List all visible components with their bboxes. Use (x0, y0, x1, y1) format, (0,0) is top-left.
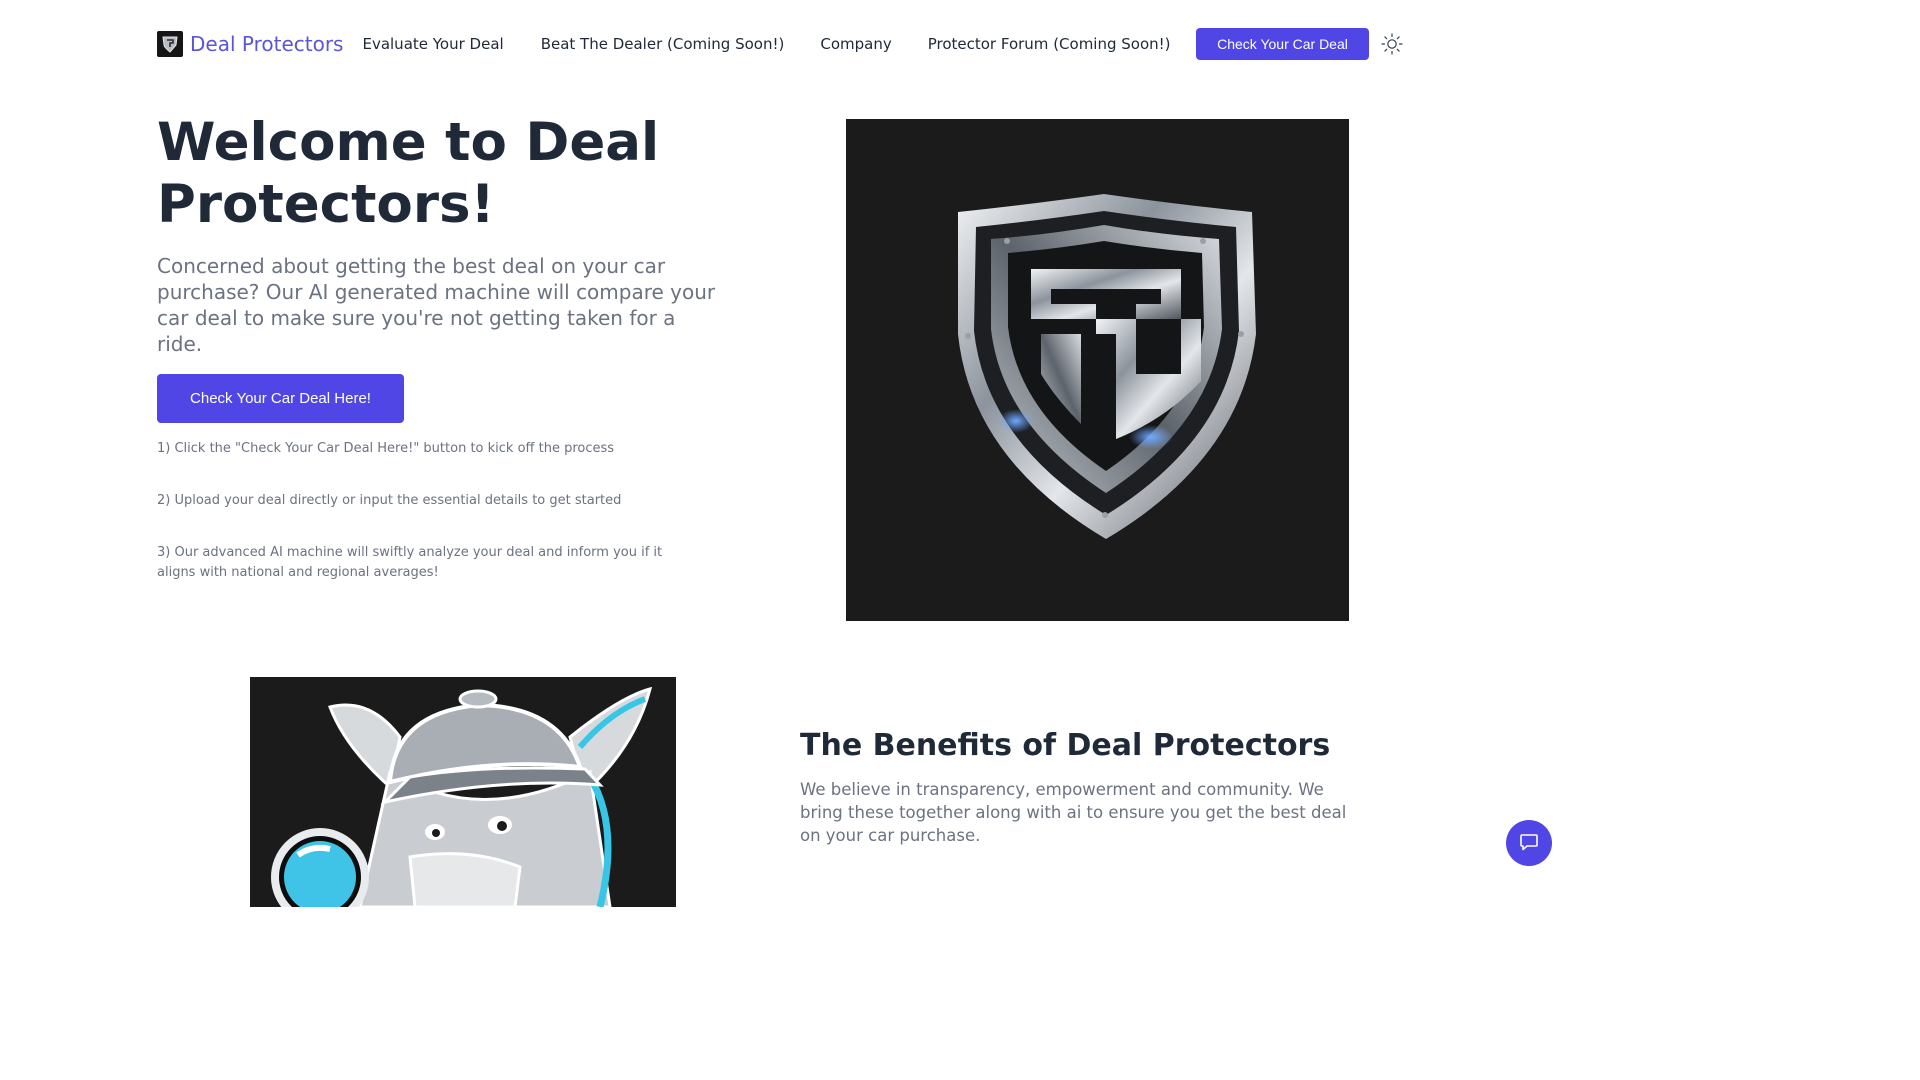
hero-subtitle: Concerned about getting the best deal on… (157, 254, 716, 356)
step-1-text: 1) Click the "Check Your Car Deal Here!"… (157, 441, 615, 456)
benefits-text: We believe in transparency, empowerment … (800, 780, 1347, 845)
chat-bubble-icon (1518, 831, 1540, 856)
shield-logo-icon (157, 31, 183, 57)
shield-logo-image (846, 119, 1349, 621)
nav-link-company[interactable]: Company (820, 35, 891, 53)
nav-link-evaluate-your-deal[interactable]: Evaluate Your Deal (362, 35, 503, 53)
step-3-text: 3) Our advanced AI machine will swiftly … (157, 545, 663, 580)
step-2-text: 2) Upload your deal directly or input th… (157, 493, 622, 508)
hero-title: Welcome to Deal Protectors! (157, 112, 660, 235)
brand-name: Deal Protectors (190, 32, 344, 56)
nav-link-protector-forum[interactable]: Protector Forum (Coming Soon!) (928, 35, 1171, 53)
chat-button[interactable] (1506, 820, 1552, 866)
check-car-deal-button[interactable]: Check Your Car Deal (1196, 28, 1369, 60)
nav-link-beat-the-dealer[interactable]: Beat The Dealer (Coming Soon!) (541, 35, 785, 53)
sun-icon[interactable] (1380, 32, 1404, 56)
benefits-title: The Benefits of Deal Protectors (800, 728, 1331, 763)
brand-link[interactable]: Deal Protectors (157, 31, 343, 57)
detective-mascot-image (250, 677, 676, 907)
check-car-deal-here-button[interactable]: Check Your Car Deal Here! (157, 374, 404, 423)
